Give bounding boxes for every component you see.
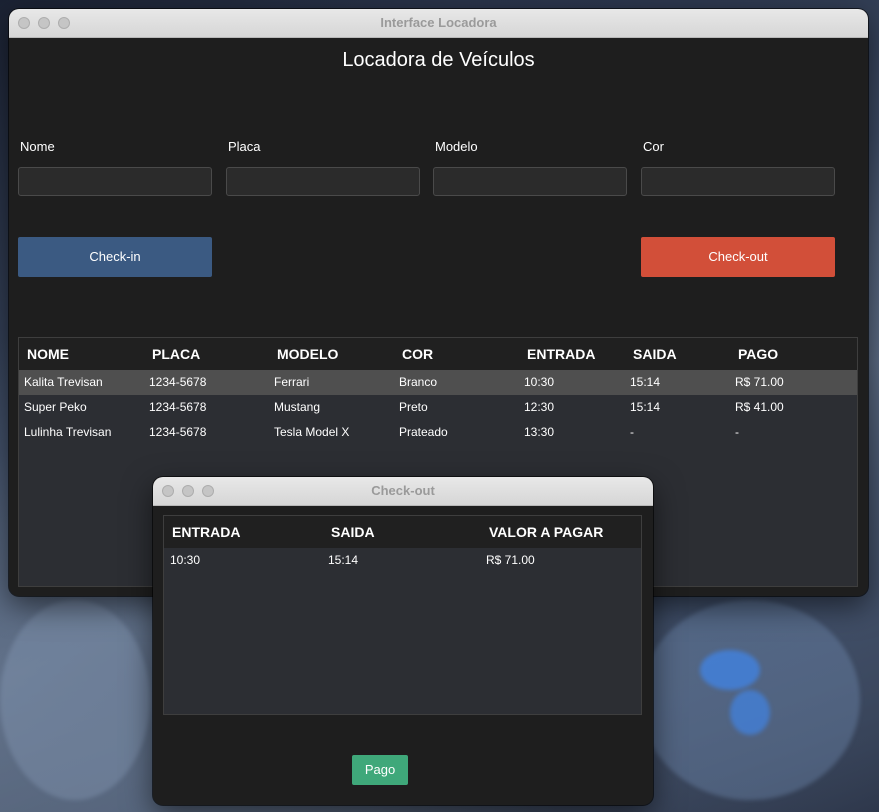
dialog-titlebar[interactable]: Check-out (153, 477, 653, 506)
cell-nome: Lulinha Trevisan (24, 425, 112, 439)
checkout-table: ENTRADA SAIDA VALOR A PAGAR 10:30 15:14 … (163, 515, 642, 715)
table-row[interactable]: 10:30 15:14 R$ 71.00 (164, 548, 641, 573)
cell-cor: Branco (399, 375, 438, 389)
cell-nome: Super Peko (24, 400, 87, 414)
column-header[interactable]: SAIDA (633, 338, 677, 370)
column-header[interactable]: COR (402, 338, 433, 370)
column-header[interactable]: SAIDA (331, 516, 375, 548)
table-row[interactable]: Super Peko 1234-5678 Mustang Preto 12:30… (19, 395, 857, 420)
cell-saida: 15:14 (630, 400, 661, 414)
cell-entrada: 12:30 (524, 400, 555, 414)
cell-modelo: Mustang (274, 400, 321, 414)
cell-nome: Kalita Trevisan (24, 375, 103, 389)
main-titlebar[interactable]: Interface Locadora (9, 9, 868, 38)
dialog-title: Check-out (371, 483, 435, 498)
check-in-button[interactable]: Check-in (18, 237, 212, 277)
table-header: ENTRADA SAIDA VALOR A PAGAR (164, 516, 641, 548)
cell-saida: 15:14 (328, 553, 359, 567)
nome-label: Nome (20, 139, 55, 154)
column-header[interactable]: PLACA (152, 338, 200, 370)
column-header[interactable]: ENTRADA (172, 516, 240, 548)
cell-entrada: 10:30 (524, 375, 555, 389)
placa-input[interactable] (226, 167, 420, 196)
wallpaper-blob (0, 600, 150, 800)
cell-pago: - (735, 425, 739, 439)
column-header[interactable]: VALOR A PAGAR (489, 516, 603, 548)
wallpaper-blob (700, 650, 760, 690)
column-header[interactable]: PAGO (738, 338, 778, 370)
column-header[interactable]: NOME (27, 338, 69, 370)
column-header[interactable]: ENTRADA (527, 338, 595, 370)
cell-saida: 15:14 (630, 375, 661, 389)
cor-label: Cor (643, 139, 664, 154)
cell-pago: R$ 41.00 (735, 400, 784, 414)
cell-entrada: 13:30 (524, 425, 555, 439)
pago-button[interactable]: Pago (352, 755, 408, 785)
table-row[interactable]: Lulinha Trevisan 1234-5678 Tesla Model X… (19, 420, 857, 445)
cell-cor: Prateado (399, 425, 448, 439)
cell-cor: Preto (399, 400, 428, 414)
cell-pago: R$ 71.00 (735, 375, 784, 389)
modelo-input[interactable] (433, 167, 627, 196)
cell-valor: R$ 71.00 (486, 553, 535, 567)
cell-placa: 1234-5678 (149, 425, 207, 439)
cell-modelo: Tesla Model X (274, 425, 350, 439)
cell-entrada: 10:30 (170, 553, 201, 567)
cell-placa: 1234-5678 (149, 375, 207, 389)
checkout-dialog: Check-out ENTRADA SAIDA VALOR A PAGAR 10… (153, 477, 653, 805)
window-title: Interface Locadora (380, 15, 497, 30)
cell-placa: 1234-5678 (149, 400, 207, 414)
cell-modelo: Ferrari (274, 375, 310, 389)
table-row[interactable]: Kalita Trevisan 1234-5678 Ferrari Branco… (19, 370, 857, 395)
cell-saida: - (630, 425, 634, 439)
column-header[interactable]: MODELO (277, 338, 338, 370)
wallpaper-blob (730, 690, 770, 735)
table-header: NOME PLACA MODELO COR ENTRADA SAIDA PAGO (19, 338, 857, 370)
placa-label: Placa (228, 139, 261, 154)
nome-input[interactable] (18, 167, 212, 196)
app-title: Locadora de Veículos (342, 49, 535, 71)
cor-input[interactable] (641, 167, 835, 196)
check-out-button[interactable]: Check-out (641, 237, 835, 277)
modelo-label: Modelo (435, 139, 478, 154)
